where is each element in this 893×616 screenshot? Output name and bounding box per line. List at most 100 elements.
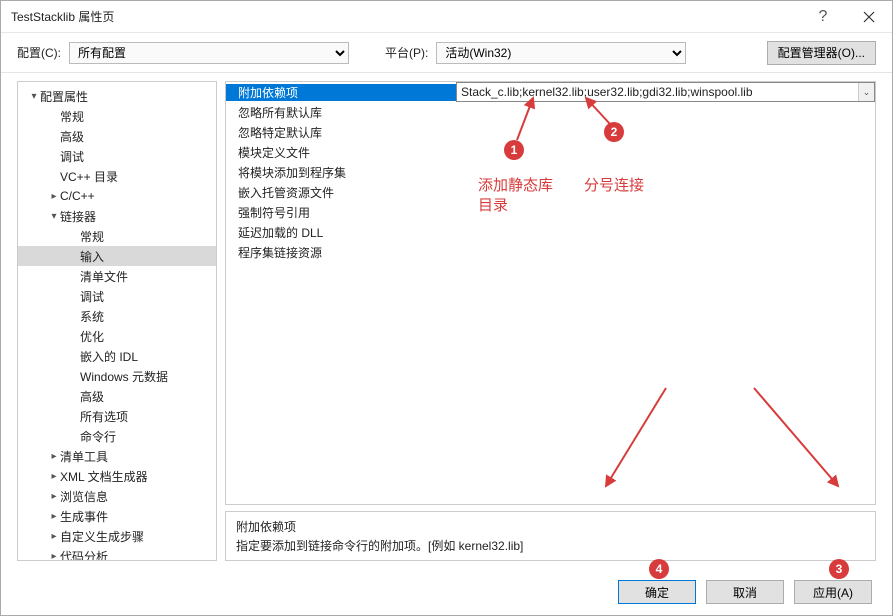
platform-label: 平台(P): [385, 44, 428, 61]
config-select[interactable]: 所有配置 [69, 42, 349, 64]
tree-item[interactable]: ▸浏览信息 [18, 486, 216, 506]
tree-item[interactable]: ▸XML 文档生成器 [18, 466, 216, 486]
tree-item[interactable]: ▸C/C++ [18, 186, 216, 206]
tree-item-label: C/C++ [60, 189, 95, 203]
tree-item-label: 清单文件 [80, 268, 128, 285]
annotation-arrow-3 [746, 382, 846, 492]
property-row[interactable]: 延迟加载的 DLL [226, 222, 875, 242]
property-row[interactable]: 模块定义文件 [226, 142, 875, 162]
tree-item-label: 常规 [60, 108, 84, 125]
property-row[interactable]: 忽略特定默认库 [226, 122, 875, 142]
dropdown-icon[interactable]: ⌄ [858, 83, 874, 101]
tree-item[interactable]: Windows 元数据 [18, 366, 216, 386]
config-manager-button[interactable]: 配置管理器(O)... [767, 41, 876, 65]
expand-arrow-icon: ▸ [48, 491, 60, 502]
tree-item-label: 调试 [60, 148, 84, 165]
tree-item-label: 高级 [60, 128, 84, 145]
expand-arrow-icon: ▸ [48, 451, 60, 462]
tree-item-label: 高级 [80, 388, 104, 405]
tree-item[interactable]: 高级 [18, 126, 216, 146]
tree-item-label: 自定义生成步骤 [60, 528, 144, 545]
property-row[interactable]: 程序集链接资源 [226, 242, 875, 262]
property-label: 附加依赖项 [226, 84, 456, 101]
tree-item[interactable]: ▾配置属性 [18, 86, 216, 106]
config-toolbar: 配置(C): 所有配置 平台(P): 活动(Win32) 配置管理器(O)... [1, 33, 892, 73]
tree-item-label: 优化 [80, 328, 104, 345]
tree-item-label: 生成事件 [60, 508, 108, 525]
annotation-arrow-4 [596, 382, 676, 492]
tree-item-label: 系统 [80, 308, 104, 325]
platform-select[interactable]: 活动(Win32) [436, 42, 686, 64]
tree-item-label: 调试 [80, 288, 104, 305]
property-pages-dialog: TestStacklib 属性页 ? 配置(C): 所有配置 平台(P): 活动… [0, 0, 893, 616]
property-label: 强制符号引用 [226, 204, 456, 221]
apply-button[interactable]: 应用(A) [794, 580, 872, 604]
property-label: 嵌入托管资源文件 [226, 184, 456, 201]
tree-item[interactable]: ▾链接器 [18, 206, 216, 226]
expand-arrow-icon: ▸ [48, 191, 60, 202]
property-row[interactable]: 强制符号引用 [226, 202, 875, 222]
tree-item[interactable]: 输入 [18, 246, 216, 266]
property-label: 将模块添加到程序集 [226, 164, 456, 181]
tree-item[interactable]: 命令行 [18, 426, 216, 446]
tree-item-label: Windows 元数据 [80, 368, 168, 385]
expand-arrow-icon: ▸ [48, 511, 60, 522]
annotation-arrow-1 [511, 94, 539, 142]
tree-item-label: 浏览信息 [60, 488, 108, 505]
tree-item[interactable]: 高级 [18, 386, 216, 406]
property-label: 程序集链接资源 [226, 244, 456, 261]
tree-item[interactable]: 调试 [18, 286, 216, 306]
tree-item-label: 输入 [80, 248, 104, 265]
expand-arrow-icon: ▸ [48, 531, 60, 542]
property-row[interactable]: 忽略所有默认库 [226, 102, 875, 122]
tree-item-label: XML 文档生成器 [60, 468, 148, 485]
tree-item[interactable]: 优化 [18, 326, 216, 346]
tree-item-label: 命令行 [80, 428, 116, 445]
property-label: 忽略所有默认库 [226, 104, 456, 121]
property-list[interactable]: 附加依赖项Stack_c.lib;kernel32.lib;user32.lib… [225, 81, 876, 505]
tree-item[interactable]: 常规 [18, 106, 216, 126]
property-label: 延迟加载的 DLL [226, 224, 456, 241]
expand-arrow-icon: ▸ [48, 551, 60, 562]
close-icon [863, 11, 875, 23]
tree-item[interactable]: ▸生成事件 [18, 506, 216, 526]
dialog-footer: 4 3 确定 取消 应用(A) [1, 569, 892, 615]
tree-item-label: 嵌入的 IDL [80, 348, 138, 365]
cancel-button[interactable]: 取消 [706, 580, 784, 604]
tree-item-label: 所有选项 [80, 408, 128, 425]
annotation-arrow-2 [580, 94, 614, 126]
tree-item[interactable]: 常规 [18, 226, 216, 246]
tree-item[interactable]: 所有选项 [18, 406, 216, 426]
help-button[interactable]: ? [800, 1, 846, 33]
description-text: 指定要添加到链接命令行的附加项。[例如 kernel32.lib] [236, 537, 865, 554]
property-label: 模块定义文件 [226, 144, 456, 161]
expand-arrow-icon: ▸ [48, 471, 60, 482]
expand-arrow-icon: ▾ [48, 211, 60, 222]
description-box: 附加依赖项 指定要添加到链接命令行的附加项。[例如 kernel32.lib] [225, 511, 876, 561]
property-label: 忽略特定默认库 [226, 124, 456, 141]
expand-arrow-icon: ▾ [28, 91, 40, 102]
close-button[interactable] [846, 1, 892, 33]
property-row[interactable]: 将模块添加到程序集 [226, 162, 875, 182]
tree-item[interactable]: ▸清单工具 [18, 446, 216, 466]
right-pane: 附加依赖项Stack_c.lib;kernel32.lib;user32.lib… [225, 81, 876, 561]
tree-item[interactable]: 嵌入的 IDL [18, 346, 216, 366]
tree-item-label: 常规 [80, 228, 104, 245]
window-title: TestStacklib 属性页 [11, 8, 800, 25]
tree-item[interactable]: 清单文件 [18, 266, 216, 286]
tree-item-label: VC++ 目录 [60, 168, 118, 185]
tree-item-label: 清单工具 [60, 448, 108, 465]
tree-item[interactable]: 系统 [18, 306, 216, 326]
property-row[interactable]: 附加依赖项Stack_c.lib;kernel32.lib;user32.lib… [226, 82, 875, 102]
tree-item[interactable]: ▸代码分析 [18, 546, 216, 561]
ok-button[interactable]: 确定 [618, 580, 696, 604]
property-tree[interactable]: ▾配置属性常规高级调试VC++ 目录▸C/C++▾链接器常规输入清单文件调试系统… [17, 81, 217, 561]
tree-item[interactable]: VC++ 目录 [18, 166, 216, 186]
description-title: 附加依赖项 [236, 518, 865, 535]
dialog-body: ▾配置属性常规高级调试VC++ 目录▸C/C++▾链接器常规输入清单文件调试系统… [1, 73, 892, 569]
config-label: 配置(C): [17, 44, 61, 61]
property-row[interactable]: 嵌入托管资源文件 [226, 182, 875, 202]
tree-item-label: 链接器 [60, 208, 96, 225]
tree-item[interactable]: 调试 [18, 146, 216, 166]
tree-item[interactable]: ▸自定义生成步骤 [18, 526, 216, 546]
